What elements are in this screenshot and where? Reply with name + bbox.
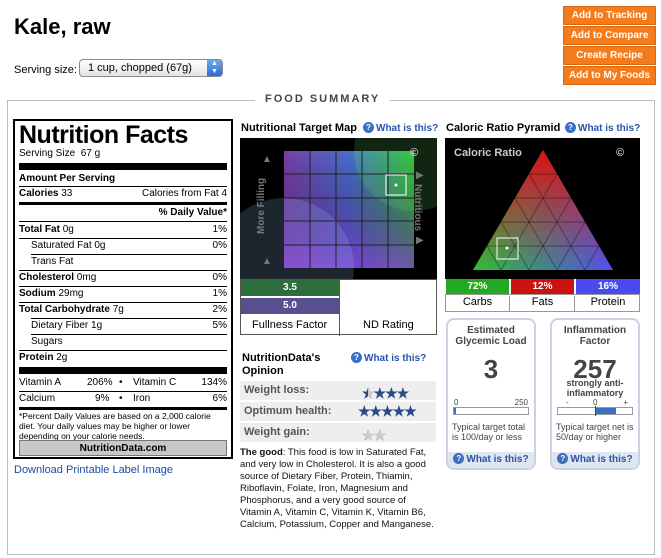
footnote: *Percent Daily Values are based on a 2,0… (19, 411, 211, 441)
inflammation-help-link[interactable]: ? What is this? (552, 452, 638, 468)
nutrient-row: Total Carbohydrate 7g 2% (19, 304, 227, 315)
fats-percent: 12% (511, 279, 574, 294)
nutrient-row: Sugars (31, 336, 63, 347)
nutrient-row: Dietary Fiber 1g 5% (31, 320, 227, 331)
fullness-factor-label: Fullness Factor (252, 319, 328, 331)
scale-plus: + (623, 398, 628, 407)
target-map-title: Nutritional Target Map (241, 122, 357, 134)
daily-value-header: % Daily Value* (158, 207, 227, 218)
serving-size-amount: 67 g (80, 148, 101, 159)
caloric-ratio-pyramid (445, 138, 640, 279)
serving-size-text: Serving Size (19, 148, 76, 159)
copyright-icon: © (616, 147, 625, 159)
opinion-help-link[interactable]: ? What is this? (351, 352, 426, 364)
protein-percent: 16% (576, 279, 640, 294)
nutrient-row: Protein 2g (19, 352, 68, 363)
nd-rating-label: ND Rating (363, 319, 414, 331)
question-icon: ? (565, 122, 576, 133)
pyramid-title: Caloric Ratio Pyramid (446, 122, 561, 134)
carbs-percent: 72% (446, 279, 509, 294)
nutrient-row: Trans Fat (31, 256, 74, 267)
scale-max: 250 (514, 398, 528, 407)
download-label-link[interactable]: Download Printable Label Image (14, 464, 173, 476)
caloric-ratio-label: Caloric Ratio (454, 147, 522, 159)
question-icon: ? (453, 453, 465, 464)
opinion-row-weight-gain: Weight gain: ★★★★★ (240, 423, 436, 442)
nutritiondata-logo: NutritionData.com (19, 440, 227, 456)
more-filling-axis-label: More Filling (256, 177, 267, 235)
nd-rating-bar: 5.0 (241, 298, 339, 314)
serving-size-value: 1 cup, chopped (67g) (88, 62, 192, 74)
target-map-graphic: ▲ ▲ ▶ ▶ (214, 91, 474, 338)
nutrient-row: Sodium 29mg 1% (19, 288, 227, 299)
glycemic-load-card: Estimated Glycemic Load 3 0 250 Typical … (446, 318, 536, 470)
amount-per-serving: Amount Per Serving (19, 173, 116, 184)
vitamin-row: Calcium 9% • Iron 6% (19, 393, 227, 404)
glycemic-load-value: 3 (483, 354, 499, 384)
inflammation-factor-card: Inflammation Factor 257 strongly anti-in… (550, 318, 640, 470)
target-map-help-link[interactable]: ? What is this? (363, 122, 438, 134)
nutrient-row: Saturated Fat 0g 0% (31, 240, 227, 251)
glycemic-help-link[interactable]: ? What is this? (448, 452, 534, 468)
create-recipe-button[interactable]: Create Recipe (563, 46, 656, 65)
food-summary-title: FOOD SUMMARY (255, 93, 391, 105)
the-good-text: The good: This food is low in Saturated … (240, 447, 434, 530)
opinion-row-weight-loss: Weight loss: ★★★★ ★ (240, 381, 436, 400)
vitamin-row: Vitamin A 206% • Vitamin C 134% (19, 377, 227, 388)
scale-minus: - (566, 398, 569, 407)
pyramid-graphic (473, 150, 613, 271)
inflammation-title: Inflammation Factor (563, 325, 627, 347)
add-to-my-foods-button[interactable]: Add to My Foods (563, 66, 656, 85)
glycemic-load-title: Estimated Glycemic Load (455, 325, 527, 347)
opinion-row-optimum-health: Optimum health: ★★★★★ (240, 402, 436, 421)
glycemic-load-note: Typical target total is 100/day or less (452, 422, 526, 442)
serving-size-label: Serving size: (14, 64, 77, 76)
question-icon: ? (363, 122, 374, 133)
nutrient-row: Total Fat 0g 1% (19, 224, 227, 235)
nutrient-row: Cholesterol 0mg 0% (19, 272, 227, 283)
add-to-compare-button[interactable]: Add to Compare (563, 26, 656, 45)
glycemic-load-scale (453, 407, 529, 415)
nutritious-axis-label: Nutritious (412, 183, 423, 232)
question-icon: ? (351, 352, 362, 363)
serving-size-select[interactable]: 1 cup, chopped (67g) ▲ ▼ (79, 59, 223, 77)
opinion-title: NutritionData's Opinion (242, 352, 321, 377)
serving-size-row: Serving Size 67 g (19, 148, 227, 162)
fullness-factor-bar: 3.5 (241, 280, 339, 296)
calories-row: Calories 33 Calories from Fat 4 (19, 188, 227, 199)
question-icon: ? (557, 453, 569, 464)
select-arrows-icon: ▲ ▼ (207, 60, 222, 76)
copyright-icon: © (410, 147, 419, 159)
pyramid-help-link[interactable]: ? What is this? (565, 122, 640, 134)
nutrition-facts-label: Nutrition Facts Serving Size 67 g Amount… (13, 119, 233, 459)
add-to-tracking-button[interactable]: Add to Tracking (563, 6, 656, 25)
target-map-canvas: ▲ ▲ ▶ ▶ (214, 91, 474, 338)
star-rating: ★★★★★ (358, 403, 417, 419)
page-title: Kale, raw (14, 14, 111, 39)
inflammation-note: Typical target net is 50/day or higher (556, 422, 634, 442)
inflammation-scale (557, 406, 633, 416)
inflammation-desc: strongly anti-inflammatory (566, 378, 624, 398)
scale-min: 0 (454, 398, 459, 407)
nutrition-facts-heading: Nutrition Facts (19, 121, 188, 149)
